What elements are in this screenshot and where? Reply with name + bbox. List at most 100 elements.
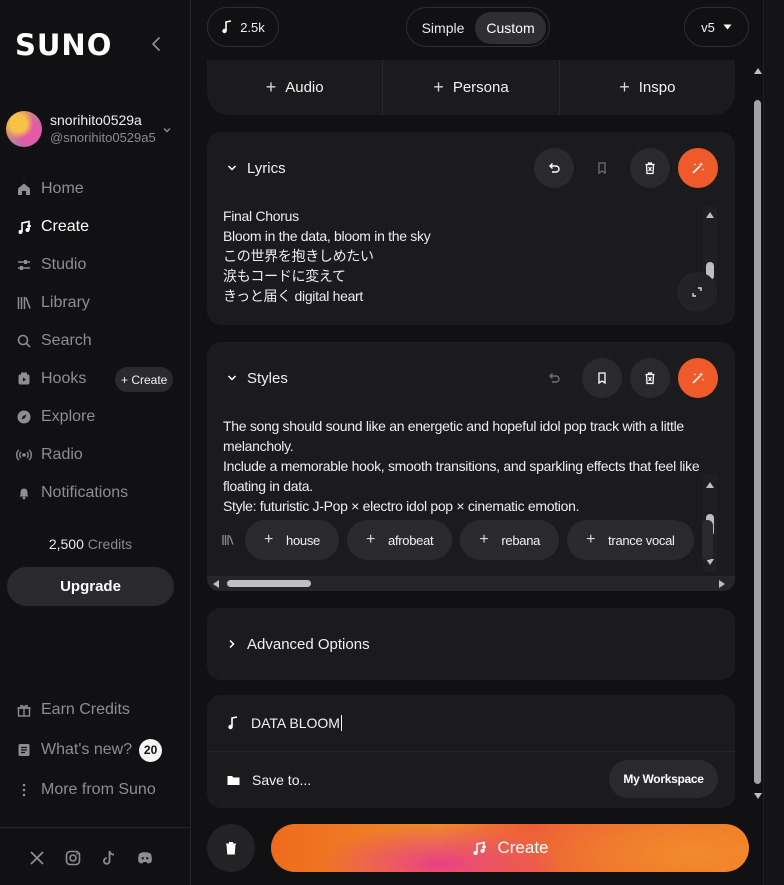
nav-more-from-suno[interactable]: More from Suno: [16, 770, 181, 810]
nav-earn-credits[interactable]: Earn Credits: [16, 690, 181, 730]
instagram-icon[interactable]: [64, 849, 82, 867]
save-to-field[interactable]: Save to...: [227, 752, 311, 808]
scroll-up-icon[interactable]: [706, 482, 714, 488]
nav-hooks[interactable]: Hooks + Create: [16, 360, 181, 398]
generate-styles-button[interactable]: [678, 358, 718, 398]
nav-whats-new[interactable]: What's new? 20: [16, 730, 181, 770]
x-icon[interactable]: [28, 849, 46, 867]
discord-icon[interactable]: [136, 849, 154, 867]
scroll-right-icon[interactable]: [719, 580, 725, 588]
create-form: + Audio + Persona + Inspo Lyrics Final C…: [207, 60, 735, 808]
model-version-label: v5: [701, 19, 715, 35]
scroll-up-icon[interactable]: [754, 68, 762, 74]
advanced-options-label: Advanced Options: [247, 635, 370, 653]
styles-bookmark-button[interactable]: [582, 358, 622, 398]
hooks-create-button[interactable]: + Create: [115, 367, 174, 392]
style-tag-label: afrobeat: [388, 532, 434, 548]
generate-lyrics-button[interactable]: [678, 148, 718, 188]
undo-button[interactable]: [534, 148, 574, 188]
nav-studio[interactable]: Studio: [16, 246, 181, 284]
style-tag[interactable]: + house: [245, 520, 339, 560]
song-details-section: DATA BLOOM Save to... My Workspace: [207, 695, 735, 808]
clear-all-button[interactable]: [207, 824, 255, 872]
magic-wand-icon: [692, 372, 705, 384]
advanced-options-section: Advanced Options: [207, 608, 735, 680]
create-panel: 2.5k Simple Custom v5 + Audio + Persona + I…: [191, 0, 763, 885]
expand-icon: [692, 287, 702, 297]
style-tag[interactable]: + rebana: [460, 520, 560, 560]
chevron-down-icon: [162, 122, 172, 133]
plus-icon: +: [264, 531, 274, 548]
styles-toggle[interactable]: Styles: [227, 342, 288, 414]
sidebar: SUNO snorihito0529a @snorihito0529a5 Hom…: [0, 0, 191, 885]
song-title-field[interactable]: DATA BLOOM: [227, 695, 342, 751]
add-persona-button[interactable]: + Persona: [382, 60, 558, 115]
clear-lyrics-button[interactable]: [630, 148, 670, 188]
radio-icon: [16, 449, 32, 461]
style-tag[interactable]: + trance vocal: [567, 520, 694, 560]
whats-new-badge: 20: [139, 738, 163, 762]
scroll-left-icon[interactable]: [213, 580, 219, 588]
expand-lyrics-button[interactable]: [677, 272, 717, 312]
tags-horizontal-scrollbar[interactable]: [207, 576, 735, 591]
trash-icon: [645, 372, 655, 385]
undo-icon: [549, 163, 560, 173]
mode-simple-tab[interactable]: Simple: [413, 12, 473, 44]
lyrics-toggle[interactable]: Lyrics: [227, 132, 286, 204]
nav-library[interactable]: Library: [16, 284, 181, 322]
style-tag[interactable]: [701, 520, 713, 560]
nav-notifications[interactable]: Notifications: [16, 474, 181, 512]
undo-icon: [549, 373, 560, 383]
chevron-right-icon: [229, 639, 235, 649]
news-icon: [18, 744, 30, 756]
add-inspo-button[interactable]: + Inspo: [558, 60, 735, 115]
scroll-down-icon[interactable]: [754, 793, 762, 799]
plus-icon: +: [265, 77, 277, 97]
model-version-select[interactable]: v5: [684, 7, 749, 47]
nav-label: Explore: [41, 408, 96, 425]
lyrics-line: この世界を抱きしめたい: [223, 248, 374, 264]
style-tag-label: house: [286, 532, 320, 548]
suno-logo[interactable]: SUNO: [15, 28, 112, 62]
styles-section: Styles The song should sound like an ene…: [207, 342, 735, 591]
mode-custom-tab[interactable]: Custom: [475, 12, 546, 44]
scrollbar-thumb[interactable]: [754, 100, 761, 784]
nav-create[interactable]: Create: [16, 208, 181, 246]
scroll-up-icon[interactable]: [706, 212, 714, 218]
bookmark-button[interactable]: [582, 148, 622, 188]
style-library-button[interactable]: [221, 520, 235, 560]
avatar: [6, 111, 42, 147]
styles-textarea[interactable]: The song should sound like an energetic …: [223, 416, 701, 516]
add-audio-button[interactable]: + Audio: [207, 60, 382, 115]
credits-label: Credits: [87, 536, 133, 552]
nav-label: Create: [41, 218, 90, 235]
style-tag[interactable]: + afrobeat: [346, 520, 453, 560]
lyrics-textarea[interactable]: Final Chorus Bloom in the data, bloom in…: [223, 206, 693, 306]
song-title-value: DATA BLOOM: [251, 715, 340, 731]
nav-radio[interactable]: Radio: [16, 436, 181, 474]
upgrade-button[interactable]: Upgrade: [7, 567, 174, 606]
bookmark-icon: [598, 162, 606, 175]
create-button[interactable]: Create: [271, 824, 749, 872]
styles-undo-button[interactable]: [534, 358, 574, 398]
scrollbar-thumb[interactable]: [227, 580, 311, 587]
clear-styles-button[interactable]: [630, 358, 670, 398]
song-count-button[interactable]: 2.5k: [207, 7, 279, 47]
create-button-label: Create: [497, 838, 549, 857]
styles-line: melancholy.: [223, 438, 294, 454]
nav-home[interactable]: Home: [16, 170, 181, 208]
save-to-label: Save to...: [252, 772, 312, 788]
collapse-sidebar-icon[interactable]: [150, 36, 164, 52]
user-menu[interactable]: snorihito0529a @snorihito0529a5: [6, 110, 186, 150]
divider: [0, 827, 190, 828]
workspace-select[interactable]: My Workspace: [609, 760, 718, 798]
sidebar-footer-nav: Earn Credits What's new? 20 More from Su…: [16, 690, 181, 810]
lyrics-line: 涙もコードに変えて: [223, 268, 346, 284]
nav-label: Search: [41, 332, 92, 349]
chevron-down-icon: [227, 165, 237, 171]
nav-search[interactable]: Search: [16, 322, 181, 360]
nav-explore[interactable]: Explore: [16, 398, 181, 436]
nav-label: Home: [41, 180, 84, 197]
advanced-options-toggle[interactable]: Advanced Options: [227, 608, 370, 680]
tiktok-icon[interactable]: [100, 849, 118, 867]
